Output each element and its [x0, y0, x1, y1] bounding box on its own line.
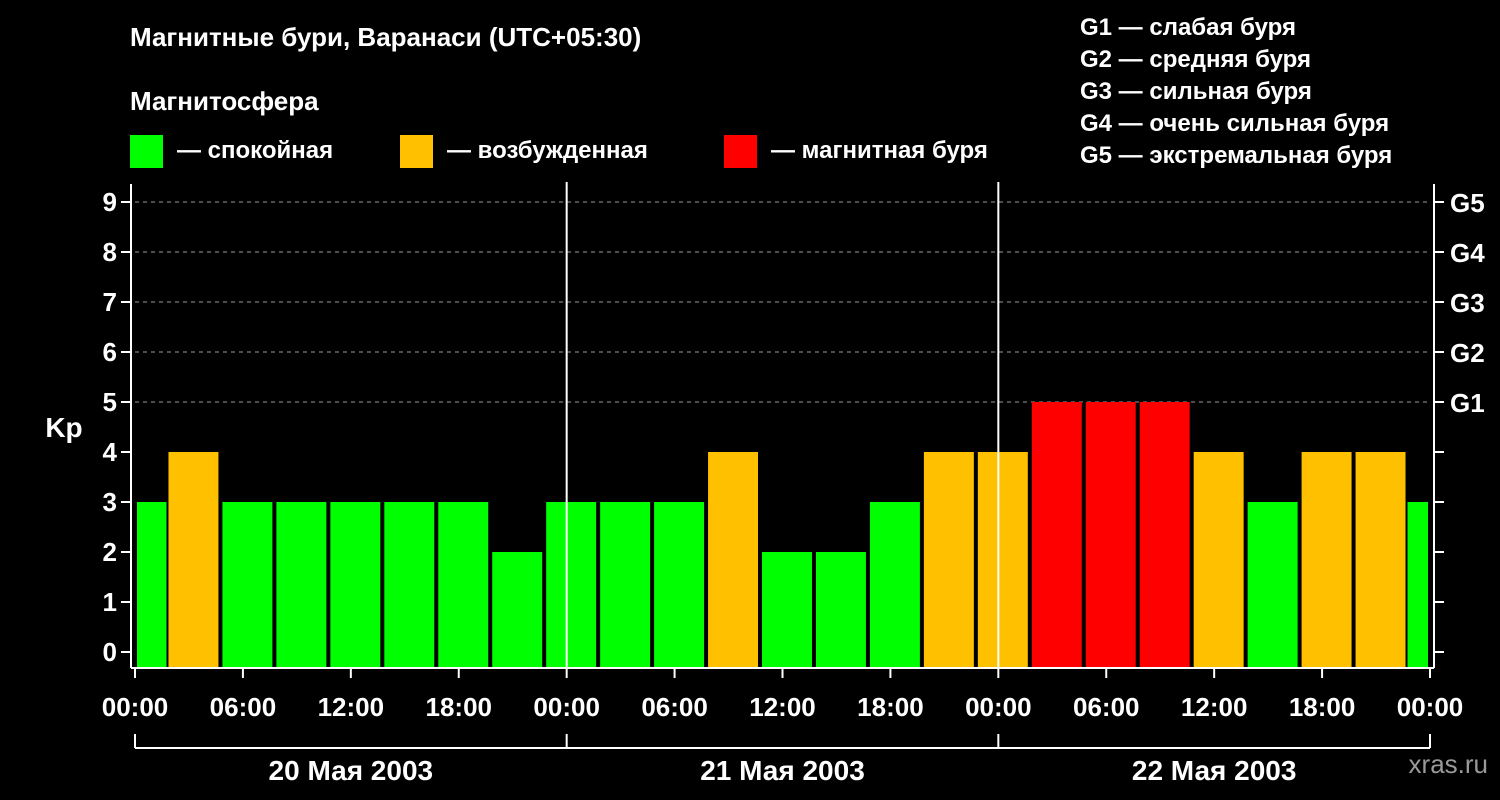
- g-level-label: G4: [1450, 238, 1485, 268]
- g-level-label: G2: [1450, 338, 1485, 368]
- g-level-label: G1: [1450, 388, 1485, 418]
- kp-bar: [137, 502, 167, 668]
- kp-bar: [1139, 402, 1190, 668]
- kp-bar: [1407, 502, 1428, 668]
- kp-bar: [815, 552, 866, 668]
- x-tick-label: 06:00: [210, 692, 277, 722]
- kp-bar: [977, 452, 1028, 668]
- kp-bar: [1031, 402, 1082, 668]
- watermark: xras.ru: [1408, 749, 1488, 779]
- kp-bar: [276, 502, 327, 668]
- kp-bar: [438, 502, 489, 668]
- g-level-label: G5: [1450, 188, 1485, 218]
- y-tick-label: 8: [103, 237, 117, 267]
- x-tick-label: 00:00: [102, 692, 169, 722]
- x-tick-label: 06:00: [1073, 692, 1140, 722]
- y-tick-label: 7: [103, 287, 117, 317]
- kp-bar: [546, 502, 597, 668]
- kp-bar: [1301, 452, 1352, 668]
- y-tick-label: 4: [103, 437, 118, 467]
- y-tick-label: 6: [103, 337, 117, 367]
- x-tick-label: 06:00: [641, 692, 708, 722]
- x-tick-label: 00:00: [533, 692, 600, 722]
- kp-bar: [1247, 502, 1298, 668]
- kp-bar: [869, 502, 920, 668]
- kp-bar: [492, 552, 543, 668]
- day-label: 22 Мая 2003: [1132, 755, 1297, 786]
- kp-bar: [762, 552, 812, 668]
- y-tick-label: 2: [103, 537, 117, 567]
- day-label: 21 Мая 2003: [700, 755, 865, 786]
- g-level-label: G3: [1450, 288, 1485, 318]
- kp-bar: [384, 502, 435, 668]
- kp-bar-chart: Kp 0 1 2 3 4 5 6 7 8 9 G1 G2 G3 G4 G5 00:00 06:00 12:00 18…: [45, 182, 1485, 786]
- kp-bar: [330, 502, 381, 668]
- kp-bar: [1355, 452, 1406, 668]
- kp-bar: [654, 502, 705, 668]
- y-tick-label: 9: [103, 187, 117, 217]
- x-tick-label: 12:00: [318, 692, 385, 722]
- y-tick-label: 5: [103, 387, 117, 417]
- x-tick-label: 18:00: [426, 692, 493, 722]
- kp-bar: [168, 452, 219, 668]
- kp-bar: [708, 452, 759, 668]
- kp-bar: [923, 452, 974, 668]
- x-tick-label: 00:00: [965, 692, 1032, 722]
- y-axis-label: Kp: [45, 412, 82, 443]
- kp-bar: [222, 502, 273, 668]
- y-tick-label: 3: [103, 487, 117, 517]
- day-label: 20 Мая 2003: [269, 755, 434, 786]
- y-tick-label: 1: [103, 587, 117, 617]
- kp-bar: [1193, 452, 1244, 668]
- x-tick-label: 12:00: [1181, 692, 1248, 722]
- x-tick-label: 12:00: [749, 692, 816, 722]
- kp-bar: [600, 502, 651, 668]
- x-tick-label: 18:00: [1289, 692, 1356, 722]
- kp-bar: [1085, 402, 1136, 668]
- x-tick-label: 18:00: [857, 692, 924, 722]
- y-tick-label: 0: [103, 637, 117, 667]
- x-tick-label: 00:00: [1397, 692, 1464, 722]
